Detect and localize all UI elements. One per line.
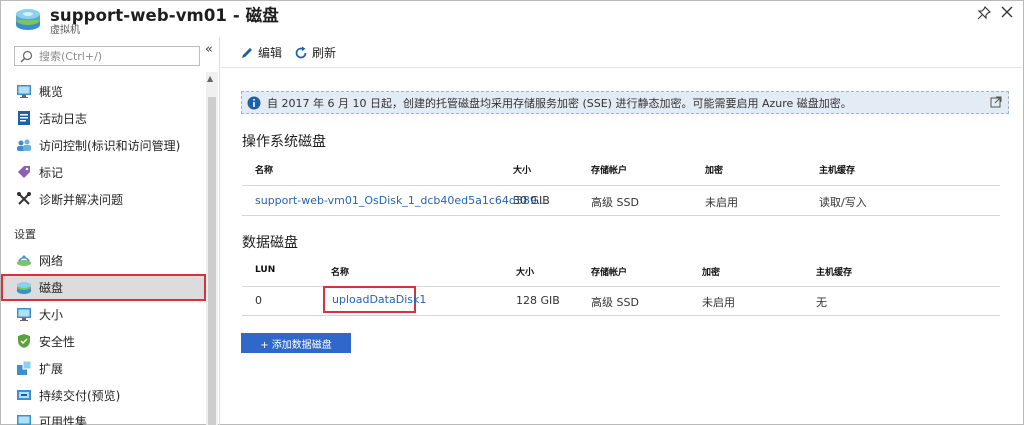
shield-icon xyxy=(18,334,30,348)
column-header-size: 大小 xyxy=(513,166,532,176)
os-disk-name-link[interactable]: support-web-vm01_OsDisk_1_dcb40ed5a1c64d… xyxy=(255,194,547,207)
network-icon xyxy=(17,255,31,266)
edit-button[interactable]: 编辑 xyxy=(240,44,282,61)
scroll-up-arrow-icon[interactable]: ▲ xyxy=(207,74,213,83)
table-divider xyxy=(242,315,1000,316)
sidebar-item-label: 活动日志 xyxy=(39,111,88,126)
data-disk-name-link[interactable]: uploadDataDisk1 xyxy=(332,293,426,306)
search-icon xyxy=(20,50,33,63)
column-header-name: 名称 xyxy=(331,268,350,278)
sidebar-item-network[interactable]: 网络 xyxy=(14,248,204,272)
data-disk-lun: 0 xyxy=(255,294,262,307)
page-subtitle: 虚拟机 xyxy=(50,25,80,36)
sidebar-item-label: 网络 xyxy=(39,253,64,268)
collapse-icon[interactable]: « xyxy=(205,42,213,57)
sidebar-item-access-control[interactable]: 访问控制(标识和访问管理) xyxy=(14,133,204,157)
sidebar-item-disks[interactable]: 磁盘 xyxy=(1,274,206,301)
info-banner-text: 自 2017 年 6 月 10 日起，创建的托管磁盘均采用存储服务加密 (SSE… xyxy=(267,96,852,110)
data-disk-storage: 高级 SSD xyxy=(591,296,639,309)
os-disk-encryption: 未启用 xyxy=(705,196,738,209)
info-banner: 自 2017 年 6 月 10 日起，创建的托管磁盘均采用存储服务加密 (SSE… xyxy=(241,91,1009,114)
os-disk-size: 30 GIB xyxy=(513,194,550,207)
disk-stack-icon xyxy=(16,9,40,30)
sidebar-item-tags[interactable]: 标记 xyxy=(14,160,204,184)
sidebar-item-label: 标记 xyxy=(39,165,64,180)
log-icon xyxy=(18,111,30,125)
table-divider xyxy=(242,185,1000,186)
delivery-icon xyxy=(17,390,31,400)
data-disk-size: 128 GIB xyxy=(516,294,560,307)
sidebar-item-extensions[interactable]: 扩展 xyxy=(14,356,204,380)
data-disk-section-title: 数据磁盘 xyxy=(242,235,298,251)
refresh-button[interactable]: 刷新 xyxy=(294,44,336,61)
search-box[interactable] xyxy=(14,46,200,66)
tag-icon xyxy=(18,166,30,178)
data-disk-encryption: 未启用 xyxy=(702,296,735,309)
sidebar-item-label: 安全性 xyxy=(39,334,76,349)
external-link-icon[interactable] xyxy=(990,96,1002,108)
column-header-lun: LUN xyxy=(255,265,276,275)
data-disk-cache: 无 xyxy=(816,296,827,309)
column-header-encryption: 加密 xyxy=(705,166,724,176)
edit-button-label: 编辑 xyxy=(258,46,283,60)
extension-icon xyxy=(17,360,32,375)
page-title: support-web-vm01 - 磁盘 xyxy=(50,6,279,25)
sidebar-item-activity-log[interactable]: 活动日志 xyxy=(14,106,204,130)
column-header-encryption: 加密 xyxy=(702,268,721,278)
os-disk-section-title: 操作系统磁盘 xyxy=(242,134,326,150)
scrollbar-thumb[interactable] xyxy=(208,97,216,425)
sidebar-item-label: 大小 xyxy=(39,307,64,322)
column-header-host-cache: 主机缓存 xyxy=(819,166,856,176)
add-data-disk-button[interactable]: + 添加数据磁盘 xyxy=(241,333,351,353)
sidebar-item-continuous-delivery[interactable]: 持续交付(预览) xyxy=(14,383,204,407)
pin-icon[interactable] xyxy=(977,6,991,20)
column-header-storage-account: 存储帐户 xyxy=(591,166,628,176)
sidebar-item-label: 持续交付(预览) xyxy=(39,388,121,403)
monitor-icon xyxy=(17,85,31,98)
sidebar-item-overview[interactable]: 概览 xyxy=(14,79,204,103)
toolbar: 编辑 刷新 xyxy=(221,37,1022,68)
sidebar-item-label: 可用性集 xyxy=(39,414,88,425)
column-header-storage-account: 存储帐户 xyxy=(591,268,628,278)
column-header-name: 名称 xyxy=(255,166,274,176)
refresh-icon xyxy=(295,46,307,58)
disk-icon xyxy=(17,281,31,294)
refresh-button-label: 刷新 xyxy=(312,46,337,60)
sidebar-item-security[interactable]: 安全性 xyxy=(14,329,204,353)
wrench-icon xyxy=(17,192,31,205)
sidebar-item-diagnose[interactable]: 诊断并解决问题 xyxy=(14,187,204,211)
availability-icon xyxy=(17,415,31,425)
sidebar-item-label: 概览 xyxy=(39,84,64,99)
os-disk-cache: 读取/写入 xyxy=(819,196,867,209)
sidebar-item-label: 访问控制(标识和访问管理) xyxy=(39,138,181,153)
sidebar-item-availability-set[interactable]: 可用性集 xyxy=(14,409,204,425)
people-icon xyxy=(17,139,31,151)
main-content: 编辑 刷新 自 2017 年 6 月 10 日起，创建的托管磁盘均采用存储服务加… xyxy=(221,37,1022,425)
info-icon xyxy=(247,96,261,109)
column-header-size: 大小 xyxy=(516,268,535,278)
monitor-icon xyxy=(17,308,31,321)
table-divider xyxy=(242,215,1000,216)
blade-header: support-web-vm01 - 磁盘 虚拟机 xyxy=(0,0,1022,36)
close-icon[interactable] xyxy=(1000,5,1014,19)
sidebar-item-label: 诊断并解决问题 xyxy=(39,192,124,207)
sidebar-item-size[interactable]: 大小 xyxy=(14,302,204,326)
search-input[interactable] xyxy=(39,48,194,64)
column-header-host-cache: 主机缓存 xyxy=(816,268,853,278)
sidebar: « ▲ 概览 活动日志 访问控制(标识和访问管理) 标记 xyxy=(0,37,220,425)
sidebar-item-label: 磁盘 xyxy=(39,281,64,295)
pencil-icon xyxy=(242,47,252,58)
sidebar-item-label: 扩展 xyxy=(39,361,64,376)
sidebar-section-settings: 设置 xyxy=(14,228,36,241)
os-disk-storage: 高级 SSD xyxy=(591,196,639,209)
